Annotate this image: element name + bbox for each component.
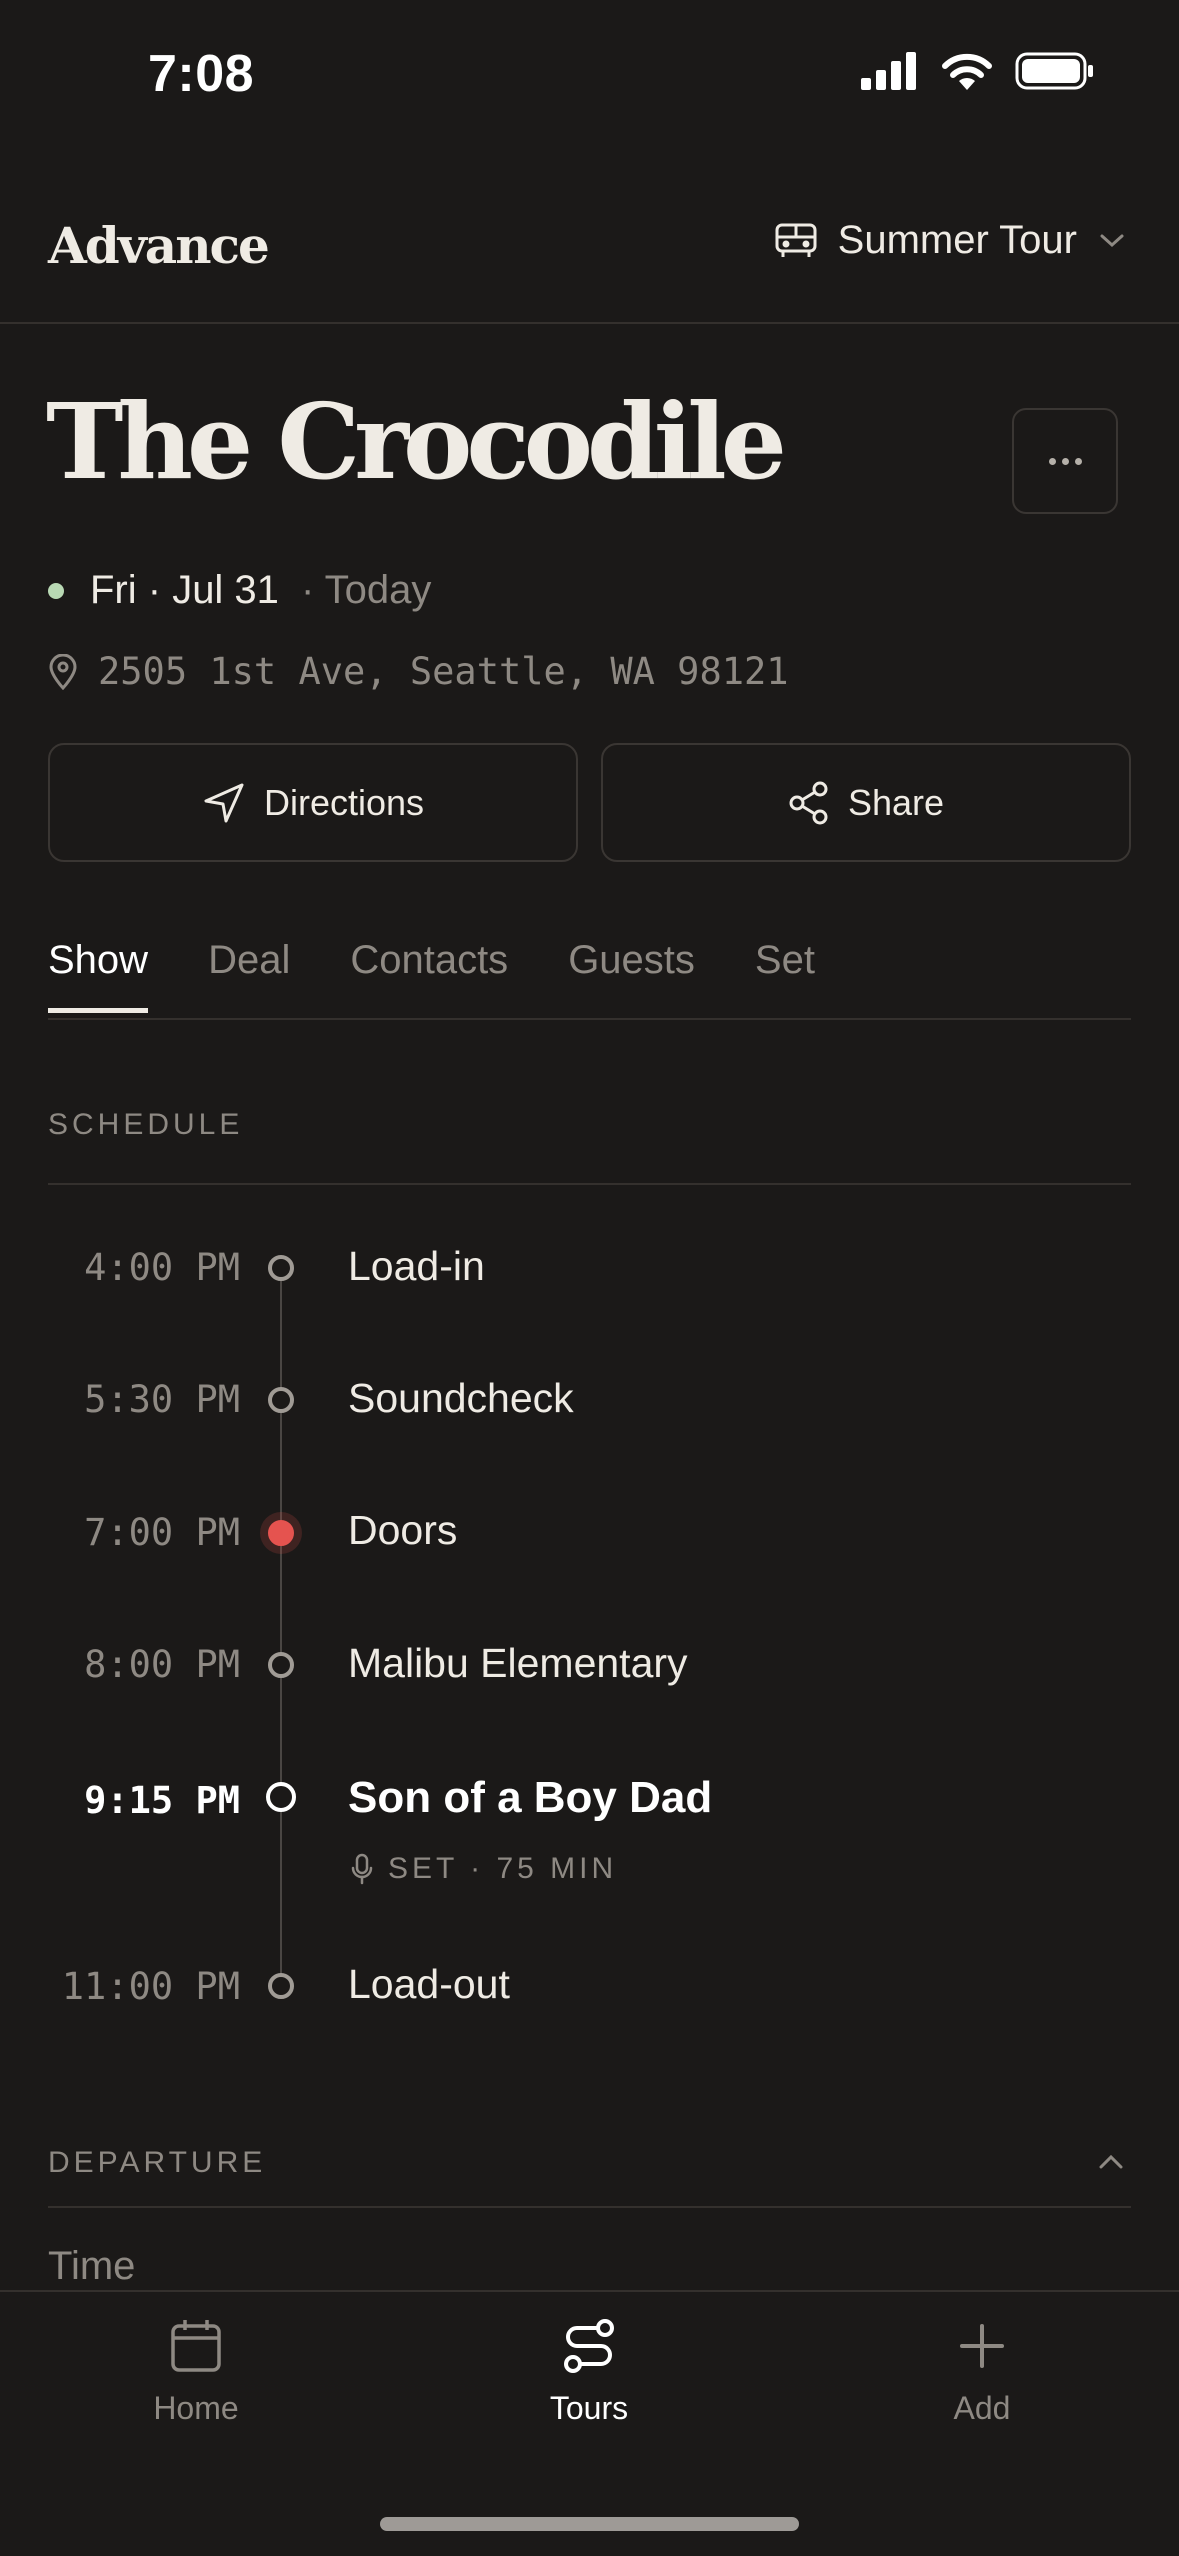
schedule-item-label[interactable]: Load-in [348, 1243, 485, 1290]
show-date: Fri · Jul 31 [90, 568, 279, 612]
battery-icon [1015, 52, 1093, 90]
nav-home[interactable]: Home [96, 2318, 296, 2427]
tab-set[interactable]: Set [755, 938, 815, 1013]
schedule-item-label[interactable]: Load-out [348, 1961, 510, 2008]
set-length-row: SET · 75 MIN [350, 1852, 617, 1886]
route-icon [564, 2319, 614, 2373]
nav-tours-label: Tours [549, 2390, 629, 2426]
cellular-signal-icon [861, 52, 916, 90]
timeline-dot [268, 1973, 294, 1999]
map-pin-icon [49, 653, 77, 690]
status-dot [48, 582, 64, 599]
tab-deal[interactable]: Deal [208, 938, 290, 1013]
chevron-up-icon[interactable] [1095, 2146, 1127, 2178]
schedule-time: 11:00 PM [61, 1965, 240, 2008]
directions-button[interactable]: Directions [48, 743, 578, 862]
timeline-dot [268, 1255, 294, 1281]
home-indicator[interactable] [380, 2517, 799, 2531]
app-brand: Advance [48, 216, 270, 275]
tab-bar: Show Deal Contacts Guests Set [48, 938, 875, 1013]
schedule-time: 4:00 PM [84, 1246, 240, 1289]
tab-guests[interactable]: Guests [568, 938, 695, 1013]
departure-time-label: Time [48, 2244, 136, 2288]
nav-home-label: Home [153, 2390, 239, 2426]
bus-icon [775, 223, 817, 257]
tour-name: Summer Tour [837, 218, 1077, 262]
schedule-item-label[interactable]: Son of a Boy Dad [348, 1773, 712, 1823]
directions-label: Directions [263, 781, 425, 823]
share-icon [789, 781, 828, 824]
schedule-time: 8:00 PM [84, 1643, 240, 1686]
tabs-divider [48, 1018, 1131, 1020]
schedule-item-label[interactable]: Soundcheck [348, 1375, 574, 1422]
show-date-row: Fri · Jul 31 · Today [48, 568, 431, 613]
timeline-dot [268, 1652, 294, 1678]
plus-icon [960, 2324, 1004, 2368]
schedule-divider [48, 1183, 1131, 1185]
timeline-dot [268, 1387, 294, 1413]
status-icons [861, 52, 1095, 90]
relative-date: · Today [300, 568, 432, 612]
wifi-icon [942, 53, 992, 90]
schedule-item-label[interactable]: Doors [348, 1507, 457, 1554]
page-title: The Crocodile [46, 380, 787, 503]
more-icon [1048, 457, 1056, 465]
nav-add[interactable]: Add [882, 2318, 1082, 2427]
timeline-dot-current [268, 1520, 294, 1546]
share-label: Share [847, 781, 945, 823]
schedule-time: 9:15 PM [84, 1779, 240, 1822]
chevron-down-icon [1100, 234, 1124, 247]
departure-divider [48, 2206, 1131, 2208]
schedule-heading: SCHEDULE [48, 1108, 244, 1141]
more-options-button[interactable] [1012, 408, 1118, 514]
venue-address: 2505 1st Ave, Seattle, WA 98121 [98, 650, 789, 693]
schedule-time: 7:00 PM [84, 1511, 240, 1554]
microphone-icon [351, 1853, 373, 1885]
departure-heading: DEPARTURE [48, 2146, 267, 2179]
tab-contacts[interactable]: Contacts [350, 938, 508, 1013]
header-divider [0, 322, 1179, 324]
nav-tours[interactable]: Tours [489, 2318, 689, 2427]
calendar-icon [171, 2320, 221, 2372]
tour-selector[interactable]: Summer Tour [774, 218, 1127, 263]
timeline-line [280, 1268, 282, 1988]
nav-add-label: Add [953, 2390, 1011, 2426]
status-time: 7:08 [148, 45, 255, 103]
share-button[interactable]: Share [601, 743, 1131, 862]
navigation-arrow-icon [204, 783, 244, 822]
timeline-dot-headliner [266, 1782, 296, 1812]
set-length: SET · 75 MIN [388, 1852, 618, 1885]
schedule-item-label[interactable]: Malibu Elementary [348, 1640, 688, 1687]
schedule-time: 5:30 PM [84, 1378, 240, 1421]
address-row[interactable]: 2505 1st Ave, Seattle, WA 98121 [48, 650, 789, 693]
tab-show[interactable]: Show [48, 938, 149, 1013]
